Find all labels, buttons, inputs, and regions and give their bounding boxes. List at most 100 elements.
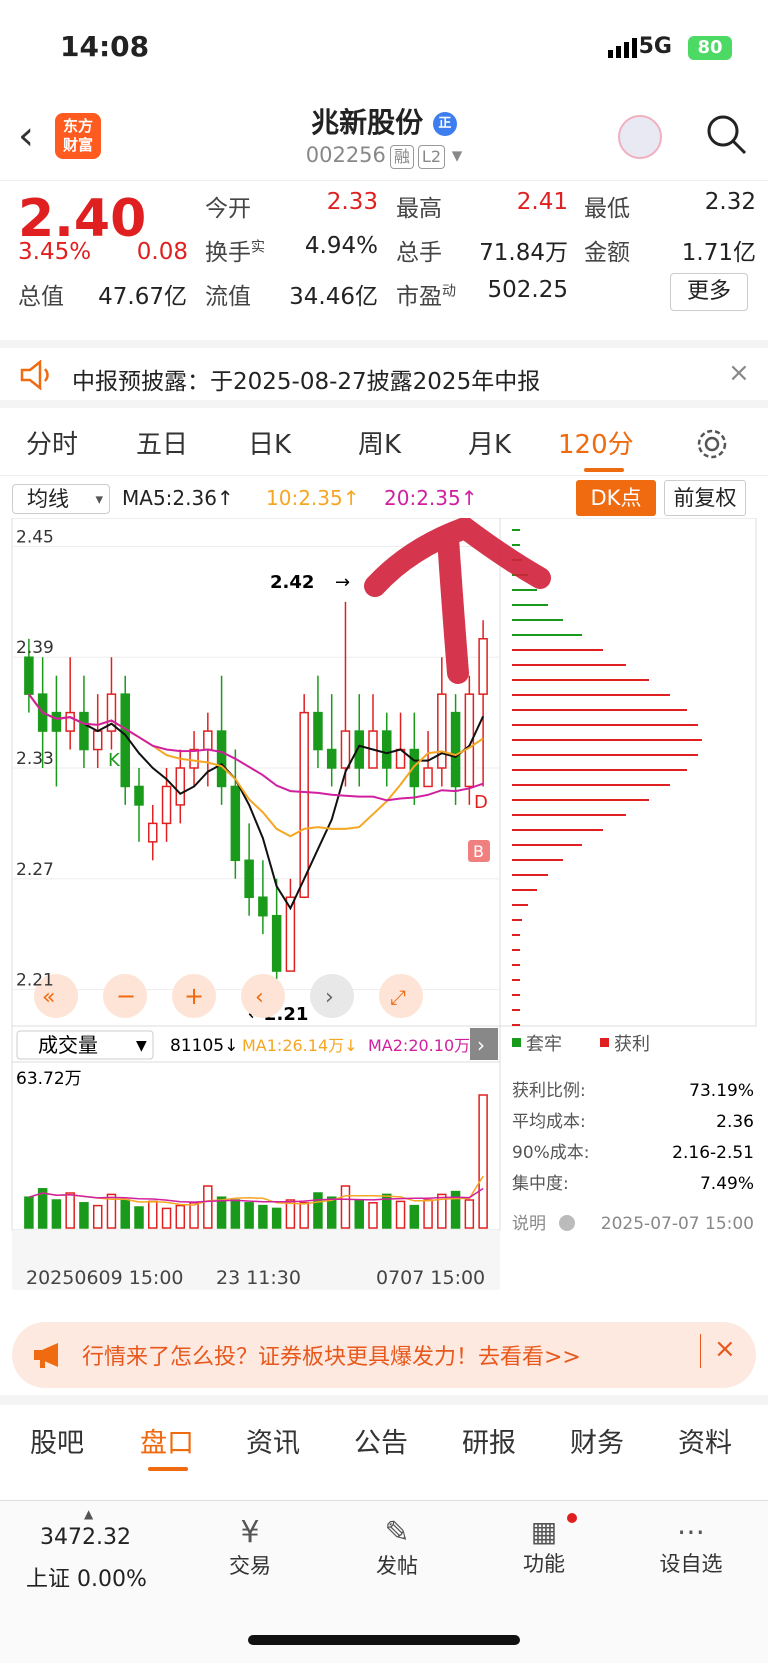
chip-note: 说明 (512, 1214, 546, 1234)
volume-bars (24, 1094, 488, 1229)
volume-value: 81105↓ (170, 1036, 238, 1056)
more-button[interactable]: 更多 (670, 273, 748, 311)
tab-news[interactable]: 资讯 (246, 1421, 300, 1460)
tab-announcements[interactable]: 公告 (354, 1421, 408, 1460)
ma-select[interactable]: 均线 (12, 484, 110, 514)
total-cap-value: 47.67亿 (98, 284, 187, 310)
volume-bar (340, 1185, 351, 1229)
network-label: 5G (638, 34, 672, 59)
tab-forum[interactable]: 股吧 (30, 1421, 84, 1460)
volume-bar (161, 1207, 172, 1229)
period-tabs: 分时 五日 日K 周K 月K 120分 (0, 410, 768, 476)
close-icon[interactable]: × (728, 358, 750, 388)
candle-body (340, 730, 351, 769)
nav-post[interactable]: ✎ 发帖 (352, 1515, 442, 1580)
d-marker: D (474, 792, 488, 813)
volume-bar (148, 1200, 158, 1229)
ma5-label: MA5:2.36↑ (122, 486, 234, 510)
low-value: 2.32 (704, 189, 756, 215)
volume-value: 71.84万 (479, 240, 568, 266)
chip-label: 集中度: (512, 1174, 569, 1194)
drawn-arrow (364, 518, 551, 684)
volume-label: 总手 (396, 240, 442, 266)
volume-max-label: 63.72万 (16, 1069, 82, 1089)
adjust-button[interactable]: 前复权 (664, 480, 746, 516)
turnover-text: 换手 (205, 240, 251, 266)
tab-research[interactable]: 研报 (462, 1421, 516, 1460)
nav-label: 设自选 (659, 1552, 723, 1576)
volume-bar (37, 1188, 48, 1229)
status-time: 14:08 (60, 30, 150, 63)
prev-icon: ‹ (255, 985, 264, 1010)
promo-divider (700, 1334, 701, 1368)
stock-header: ‹ 东方 财富 兆新股份 正 002256 融 L2 ▾ (0, 95, 768, 180)
candle-body (409, 748, 420, 788)
nav-label: 功能 (523, 1552, 565, 1576)
y-axis-labels: 2.45 2.39 2.33 2.27 2.21 (16, 527, 54, 990)
candle-body (437, 693, 447, 769)
tab-profile[interactable]: 资料 (678, 1421, 732, 1460)
k-marker: K (108, 750, 121, 771)
chip-label: 平均成本: (512, 1112, 586, 1132)
tab-monthly[interactable]: 月K (468, 424, 511, 461)
notification-dot (567, 1513, 577, 1523)
candle-body (258, 896, 268, 917)
tab-daily[interactable]: 日K (248, 424, 291, 461)
float-cap-value: 34.46亿 (289, 284, 378, 310)
index-quote[interactable]: 上证 0.00% (26, 1561, 147, 1593)
vol-ma1: MA1:26.14万↓ (242, 1036, 358, 1055)
candle-body (216, 730, 227, 788)
status-bar: 14:08 5G 80 (0, 0, 768, 95)
chevron-right-icon: › (477, 1033, 485, 1057)
dk-button[interactable]: DK点 (576, 480, 656, 516)
nav-trade[interactable]: ¥ 交易 (205, 1515, 295, 1580)
pe-value: 502.25 (487, 277, 568, 303)
yen-icon: ¥ (240, 1515, 260, 1550)
pe-label: 市盈动 (396, 277, 456, 311)
l2-tag: L2 (417, 145, 446, 169)
tab-indicator (148, 1467, 188, 1471)
volume-bar (175, 1204, 186, 1229)
tab-indicator (584, 468, 624, 472)
tab-5day[interactable]: 五日 (136, 424, 188, 461)
chip-plot-frame (499, 518, 757, 1027)
vol-ma2: MA2:20.10万 (368, 1036, 470, 1055)
candle-body (478, 638, 488, 695)
tab-120min[interactable]: 120分 (558, 424, 634, 461)
candle-body (120, 693, 130, 788)
chip-distribution (512, 529, 702, 1026)
settings-icon[interactable] (696, 428, 728, 460)
nav-label: 发帖 (376, 1554, 418, 1578)
volume-bar (409, 1204, 420, 1229)
minus-icon: − (116, 982, 136, 1010)
tab-orderbook[interactable]: 盘口 (140, 1421, 194, 1460)
legend-trapped-swatch (512, 1038, 521, 1047)
open-value: 2.33 (326, 189, 378, 215)
nav-functions[interactable]: ▦ 功能 (499, 1513, 589, 1578)
volume-bar (326, 1196, 337, 1229)
index-name: 上证 (26, 1567, 71, 1592)
nav-add-watchlist[interactable]: ⋯ 设自选 (646, 1515, 736, 1578)
volume-bar (271, 1207, 282, 1229)
candles-group (24, 601, 488, 990)
search-icon[interactable] (705, 113, 747, 155)
x-label-mid: 23 11:30 (216, 1267, 301, 1289)
candle-body (326, 748, 337, 769)
promo-banner[interactable]: 行情来了怎么投？证券板块更具爆发力！去看看>> × (12, 1322, 756, 1388)
tab-intraday[interactable]: 分时 (26, 424, 78, 461)
kline-chart[interactable]: 2.42 → ← 2.21 K D B « − + ‹ › ⤢ 2.452.39… (0, 518, 768, 1318)
close-icon[interactable]: × (714, 1334, 736, 1364)
notice-text: 中报预披露：于2025-08-27披露2025年中报 (72, 369, 541, 395)
volume-bar (79, 1202, 89, 1229)
tab-finance[interactable]: 财务 (570, 1421, 624, 1460)
caret-up-icon: ▲ (84, 1507, 94, 1521)
volume-bar (189, 1202, 199, 1229)
notice-banner[interactable]: 中报预披露：于2025-08-27披露2025年中报 × (0, 340, 768, 408)
assistant-avatar[interactable] (618, 115, 662, 159)
candle-body (134, 785, 144, 806)
candle-body (271, 914, 282, 972)
turnover-label: 换手实 (205, 233, 265, 267)
chip-value: 2.16-2.51 (672, 1143, 754, 1163)
legend-profit-swatch (600, 1038, 609, 1047)
tab-weekly[interactable]: 周K (358, 424, 401, 461)
